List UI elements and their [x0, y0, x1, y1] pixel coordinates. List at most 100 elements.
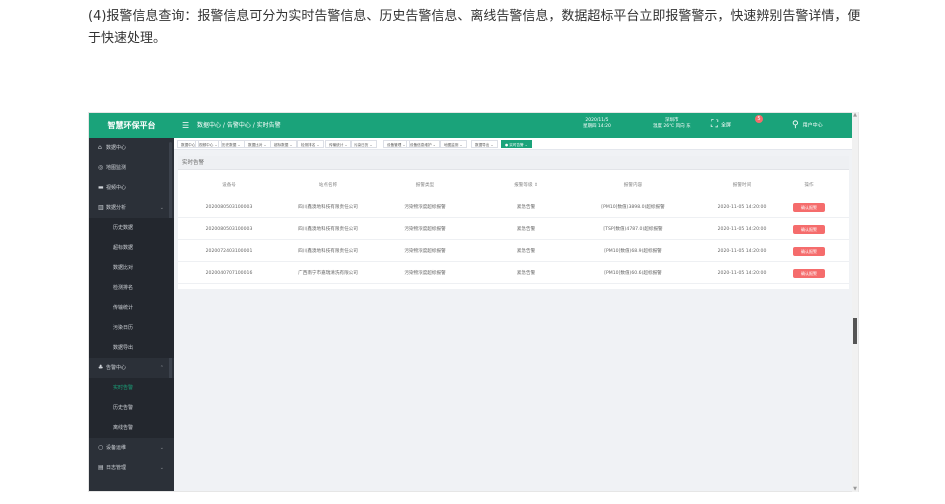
sidebar-item[interactable]: ⌂ 数据中心: [89, 138, 174, 158]
confirm-alarm-button[interactable]: 确认报警: [793, 225, 825, 234]
sidebar-item-label: 日志管理: [106, 465, 127, 471]
column-header: 设备号: [222, 183, 236, 188]
page-scrollbar[interactable]: ▲ ▼: [852, 112, 858, 492]
scroll-up-icon[interactable]: ▲: [852, 112, 858, 118]
sidebar-item[interactable]: ▤ 日志管理 ⌄: [89, 458, 174, 478]
table-cell-device: 2020080503100003: [205, 227, 253, 232]
scroll-thumb[interactable]: [853, 318, 857, 344]
table-cell-time: 2020-11-05 14:20:00: [717, 249, 767, 254]
sidebar-item[interactable]: 检测排名: [89, 278, 174, 298]
scroll-down-icon[interactable]: ▼: [852, 486, 858, 492]
table-cell-content: [PM10]数值(3898.0)超标报警: [601, 205, 665, 210]
column-header: 报警内容: [623, 183, 643, 188]
table-cell-type: 污染物浓度超标报警: [404, 205, 446, 210]
user-center-button[interactable]: ⚲ 用户中心: [792, 117, 823, 133]
sidebar-item-label: 数据中心: [106, 145, 127, 151]
chevron-icon: ⌃: [159, 365, 164, 371]
app-logo-title[interactable]: 智慧环保平台: [89, 113, 174, 138]
sidebar-item-label: 污染日历: [113, 325, 134, 331]
sidebar-item-icon: ⌂: [98, 144, 102, 151]
table-cell-device: 2020072403100001: [205, 249, 253, 254]
tab-item[interactable]: 超标数据 ⌄: [270, 140, 297, 148]
table-cell-type: 污染物浓度超标报警: [404, 249, 446, 254]
user-center-label: 用户中心: [802, 122, 823, 129]
top-bar: 智慧环保平台 ☰ 数据中心 / 告警中心 / 实时告警 2020/11/5 星期…: [89, 113, 858, 138]
table-cell-site: 广西南宁市嘉瑞清洗有限公司: [298, 271, 358, 276]
tab-item[interactable]: 传输统计 ⌄: [325, 140, 352, 148]
column-header[interactable]: 报警等级 ⇕: [471, 182, 581, 188]
sidebar-item[interactable]: ▥ 数据分析 ⌄: [89, 198, 174, 218]
sidebar-item-label: 实时告警: [113, 385, 134, 391]
table-cell-time: 2020-11-05 14:20:00: [717, 271, 767, 276]
sidebar-item-icon: ▥: [98, 204, 104, 211]
table-cell-site: 四川鑫澳地科技有限责任公司: [298, 227, 358, 232]
table-cell-level: 紧急告警: [516, 205, 536, 210]
table-cell-content: [TSP]数值(4787.0)超标报警: [603, 227, 663, 232]
table-cell-site: 四川鑫澳地科技有限责任公司: [298, 249, 358, 254]
sidebar-item-label: 视频中心: [106, 185, 127, 191]
sidebar-item[interactable]: 数据导出: [89, 338, 174, 358]
sidebar-item-label: 设备运维: [106, 445, 127, 451]
table-cell-level: 紧急告警: [516, 227, 536, 232]
weather-text: 温度 26℃ 风向 东: [653, 124, 691, 129]
table-cell-site: 四川鑫澳地科技有限责任公司: [298, 205, 358, 210]
confirm-alarm-button[interactable]: 确认报警: [793, 269, 825, 278]
table-row[interactable]: 2020080503100003 四川鑫澳地科技有限责任公司 污染物浓度超标报警 紧急…: [178, 219, 849, 240]
datetime-display: 2020/11/5 星期四 14:20: [583, 118, 611, 130]
fullscreen-button[interactable]: ⛶ 全屏: [711, 117, 731, 133]
sidebar-item-label: 超标数据: [113, 245, 134, 251]
sidebar-item[interactable]: ◎ 地图监测: [89, 158, 174, 178]
table-row[interactable]: 2020040707100016 广西南宁市嘉瑞清洗有限公司 污染物浓度超标报警 紧急…: [178, 263, 849, 284]
sidebar-item[interactable]: 历史告警: [89, 398, 174, 418]
table-row[interactable]: 2020072403100001 四川鑫澳地科技有限责任公司 污染物浓度超标报警 紧急…: [178, 241, 849, 262]
column-header: 报警类型: [415, 183, 435, 188]
table-cell-level: 紧急告警: [516, 271, 536, 276]
sidebar-item[interactable]: ○ 设备运维 ⌄: [89, 438, 174, 458]
weekday-time-text: 星期四 14:20: [583, 124, 611, 129]
sidebar-item-label: 数据分析: [106, 205, 127, 211]
sidebar-item[interactable]: 污染日历: [89, 318, 174, 338]
table-cell-type: 污染物浓度超标报警: [404, 227, 446, 232]
tab-item[interactable]: 历史数据 ⌄: [218, 140, 245, 148]
tab-item[interactable]: 数据导出 ⌄: [471, 140, 498, 148]
tab-item[interactable]: 检测排名 ⌄: [297, 140, 324, 148]
sidebar-item[interactable]: 离线告警: [89, 418, 174, 438]
sidebar-item-icon: ◎: [98, 164, 104, 171]
table-cell-content: [PM10]数值(60.6)超标报警: [604, 271, 662, 276]
weather-display: 深圳市 温度 26℃ 风向 东: [653, 118, 691, 130]
sidebar-item[interactable]: ▬ 视频中心: [89, 178, 174, 198]
alert-count-badge[interactable]: 5: [755, 115, 763, 123]
fullscreen-icon: ⛶: [711, 119, 718, 130]
realtime-alarm-card: 实时告警 设备号 站点名称 报警类型 报警等级 ⇕ 报警内容 报警时间 操作 20200805…: [178, 156, 849, 289]
confirm-alarm-button[interactable]: 确认报警: [793, 203, 825, 212]
menu-toggle-icon[interactable]: ☰: [182, 113, 189, 138]
tab-item[interactable]: ● 实时告警 ⌄: [501, 140, 532, 148]
sidebar-item[interactable]: 实时告警: [89, 378, 174, 398]
sidebar-item-label: 告警中心: [106, 365, 127, 371]
table-cell-type: 污染物浓度超标报警: [404, 271, 446, 276]
sidebar-item[interactable]: 数据比对: [89, 258, 174, 278]
breadcrumb: 数据中心 / 告警中心 / 实时告警: [197, 122, 281, 129]
sidebar-item-icon: ○: [98, 444, 104, 451]
sidebar-item-label: 地图监测: [106, 165, 127, 171]
sidebar-item[interactable]: 历史数据: [89, 218, 174, 238]
confirm-alarm-button[interactable]: 确认报警: [793, 247, 825, 256]
chevron-icon: ⌄: [159, 205, 164, 211]
chevron-icon: ⌄: [159, 445, 164, 451]
tab-item[interactable]: 污染日历 ⌄: [350, 140, 377, 148]
fullscreen-label: 全屏: [721, 122, 732, 129]
table-row[interactable]: 2020080503100003 四川鑫澳地科技有限责任公司 污染物浓度超标报警 紧急…: [178, 197, 849, 218]
chevron-icon: ⌄: [159, 465, 164, 471]
table-cell-device: 2020040707100016: [205, 271, 253, 276]
sidebar-item[interactable]: 超标数据: [89, 238, 174, 258]
tab-item[interactable]: 数据比对 ⌄: [244, 140, 271, 148]
column-header: 站点名称: [318, 183, 338, 188]
tab-item[interactable]: 设备信息维护 ⌄: [406, 140, 440, 148]
sidebar-item[interactable]: 传输统计: [89, 298, 174, 318]
sidebar-item-label: 数据比对: [113, 265, 134, 271]
sidebar-item-label: 检测排名: [113, 285, 134, 291]
sidebar-item[interactable]: ♣ 告警中心 ⌃: [89, 358, 174, 378]
sidebar-item-icon: ▤: [98, 464, 104, 471]
tab-item[interactable]: 地图监测 ⌄: [440, 140, 467, 148]
tab-bar: 数据中心 视频中心 ⌄ 历史数据 ⌄ 数据比对 ⌄ 超标数据 ⌄ 检测排名 ⌄ 传输统计 ⌄…: [174, 138, 858, 150]
